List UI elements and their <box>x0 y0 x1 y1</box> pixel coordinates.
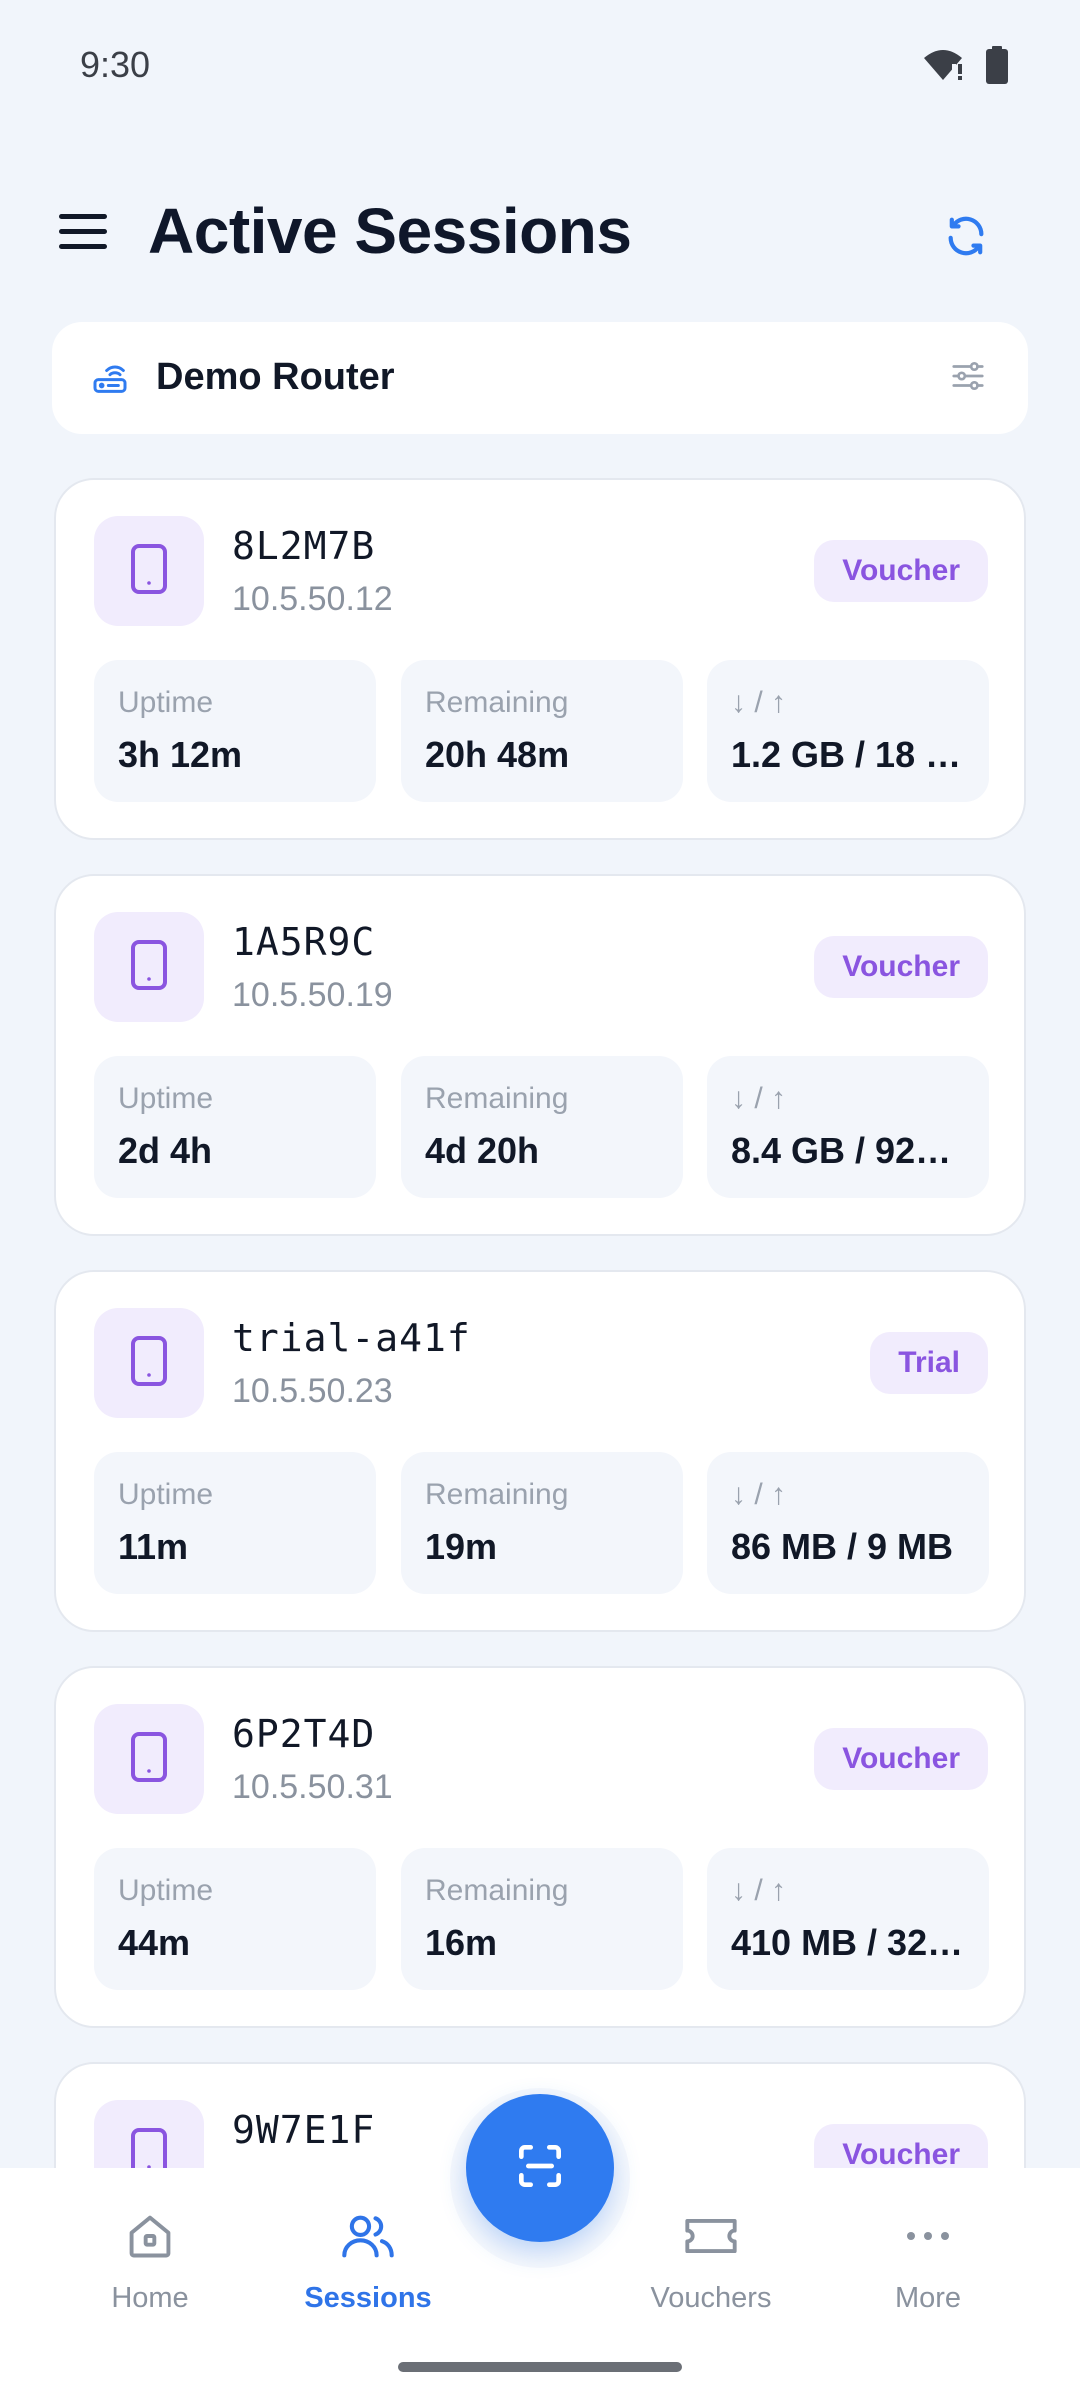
metric-label: ↓ / ↑ <box>731 1082 787 1115</box>
session-card[interactable]: 8L2M7B 10.5.50.12 Voucher Uptime 3h 12m R… <box>54 478 1026 840</box>
metric-value: 19m <box>425 1526 498 1567</box>
session-metrics: Uptime 2d 4h Remaining 4d 20h ↓ / ↑ 8.4 GB … <box>94 1056 992 1198</box>
metric-value: 44m <box>118 1922 191 1963</box>
device-tile <box>94 1308 204 1418</box>
metric-remaining: Remaining 16m <box>401 1848 683 1990</box>
session-card[interactable]: trial-a41f 10.5.50.23 Trial Uptime 11m Re… <box>54 1270 1026 1632</box>
page-title: Active Sessions <box>148 195 632 267</box>
metric-value: 4d 20h <box>425 1130 540 1171</box>
metric-value: 8.4 GB / 920 MB <box>731 1130 969 1171</box>
session-type-badge: Trial <box>870 1332 988 1394</box>
router-icon <box>90 358 130 403</box>
session-id: trial-a41f <box>232 1316 471 1360</box>
metric-remaining: Remaining 19m <box>401 1452 683 1594</box>
metric-value: 410 MB / 32 MB <box>731 1922 969 1963</box>
more-icon <box>838 2204 1018 2268</box>
nav-more[interactable]: More <box>838 2204 1018 2315</box>
session-metrics: Uptime 3h 12m Remaining 20h 48m ↓ / ↑ 1.2 G… <box>94 660 992 802</box>
metric-traffic: ↓ / ↑ 8.4 GB / 920 MB <box>707 1056 989 1198</box>
metric-uptime: Uptime 44m <box>94 1848 376 1990</box>
device-tile <box>94 516 204 626</box>
metric-remaining: Remaining 20h 48m <box>401 660 683 802</box>
session-ip: 10.5.50.31 <box>232 1768 393 1806</box>
router-settings-button[interactable] <box>944 354 992 402</box>
session-type-badge: Voucher <box>814 540 988 602</box>
nav-label: Sessions <box>304 2282 432 2314</box>
session-id: 1A5R9C <box>232 920 376 964</box>
metric-traffic: ↓ / ↑ 86 MB / 9 MB <box>707 1452 989 1594</box>
hamburger-icon <box>59 212 109 257</box>
menu-button[interactable] <box>52 202 116 266</box>
phone-icon <box>129 543 169 600</box>
metric-label: Remaining <box>425 1874 569 1907</box>
home-icon <box>60 2204 240 2268</box>
metric-uptime: Uptime 3h 12m <box>94 660 376 802</box>
metric-value: 86 MB / 9 MB <box>731 1526 954 1567</box>
metric-value: 2d 4h <box>118 1130 213 1171</box>
status-icons <box>922 46 1008 84</box>
device-tile <box>94 1704 204 1814</box>
sliders-icon <box>949 357 987 400</box>
status-time: 9:30 <box>80 44 151 85</box>
metric-label: Remaining <box>425 1478 569 1511</box>
status-bar: 9:30 <box>0 0 1080 130</box>
session-id: 6P2T4D <box>232 1712 376 1756</box>
refresh-button[interactable] <box>930 202 1002 274</box>
metric-label: Uptime <box>118 1478 214 1511</box>
session-id: 8L2M7B <box>232 524 376 568</box>
session-ip: 10.5.50.23 <box>232 1372 393 1410</box>
nav-label: More <box>894 2282 962 2314</box>
battery-icon <box>986 46 1008 84</box>
metric-value: 1.2 GB / 18 MB <box>731 734 969 775</box>
session-card[interactable]: 6P2T4D 10.5.50.31 Voucher Uptime 44m Rema… <box>54 1666 1026 2028</box>
users-icon <box>278 2204 458 2268</box>
session-metrics: Uptime 44m Remaining 16m ↓ / ↑ 410 MB / 32 … <box>94 1848 992 1990</box>
metric-label: Uptime <box>118 1874 214 1907</box>
session-card[interactable]: 1A5R9C 10.5.50.19 Voucher Uptime 2d 4h Re… <box>54 874 1026 1236</box>
nav-label: Vouchers <box>650 2282 772 2314</box>
nav-vouchers[interactable]: Vouchers <box>621 2204 801 2315</box>
phone-icon <box>129 1335 169 1392</box>
metric-label: ↓ / ↑ <box>731 1478 787 1511</box>
phone-icon <box>129 939 169 996</box>
metric-value: 11m <box>118 1526 189 1567</box>
metric-uptime: Uptime 11m <box>94 1452 376 1594</box>
nav-sessions[interactable]: Sessions <box>278 2204 458 2315</box>
phone-icon <box>129 1731 169 1788</box>
metric-label: Uptime <box>118 686 214 719</box>
router-selector[interactable]: Demo Router <box>52 322 1028 434</box>
session-id: 9W7E1F <box>232 2108 376 2152</box>
wifi-icon <box>922 48 964 82</box>
nav-label: Home <box>111 2282 189 2314</box>
home-indicator[interactable] <box>398 2362 682 2372</box>
scan-voucher-button[interactable] <box>466 2094 614 2242</box>
scan-icon <box>512 2138 568 2199</box>
app-header: Active Sessions <box>0 180 1080 290</box>
refresh-icon <box>943 213 989 264</box>
session-type-badge: Voucher <box>814 936 988 998</box>
device-tile <box>94 912 204 1022</box>
metric-label: ↓ / ↑ <box>731 686 787 719</box>
nav-home[interactable]: Home <box>60 2204 240 2315</box>
screen: 9:30 Active Sessions Demo Router 8L2M7B … <box>0 0 1080 2400</box>
metric-uptime: Uptime 2d 4h <box>94 1056 376 1198</box>
metric-value: 3h 12m <box>118 734 243 775</box>
metric-value: 16m <box>425 1922 498 1963</box>
metric-label: ↓ / ↑ <box>731 1874 787 1907</box>
metric-remaining: Remaining 4d 20h <box>401 1056 683 1198</box>
metric-value: 20h 48m <box>425 734 570 775</box>
ticket-icon <box>621 2204 801 2268</box>
metric-label: Remaining <box>425 686 569 719</box>
metric-label: Remaining <box>425 1082 569 1115</box>
metric-traffic: ↓ / ↑ 1.2 GB / 18 MB <box>707 660 989 802</box>
session-metrics: Uptime 11m Remaining 19m ↓ / ↑ 86 MB / 9 MB <box>94 1452 992 1594</box>
metric-traffic: ↓ / ↑ 410 MB / 32 MB <box>707 1848 989 1990</box>
session-ip: 10.5.50.19 <box>232 976 393 1014</box>
metric-label: Uptime <box>118 1082 214 1115</box>
session-ip: 10.5.50.12 <box>232 580 393 618</box>
session-type-badge: Voucher <box>814 1728 988 1790</box>
router-name: Demo Router <box>156 356 395 398</box>
